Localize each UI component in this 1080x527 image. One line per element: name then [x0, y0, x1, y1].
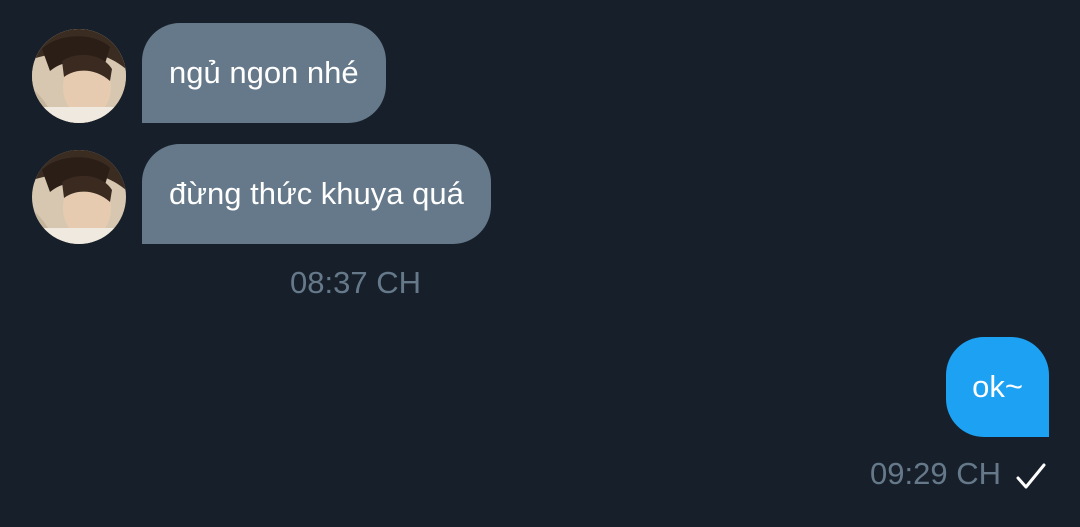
checkmark-icon — [1016, 463, 1046, 489]
message-text: ok~ — [972, 369, 1023, 404]
chat-thread: ngủ ngon nhé đừng thức khuya quá 08:37 C… — [0, 0, 1080, 527]
contact-avatar[interactable] — [32, 150, 126, 244]
outgoing-message-bubble[interactable]: ok~ — [946, 337, 1049, 437]
contact-avatar-photo-icon — [32, 29, 126, 123]
outgoing-timestamp: 09:29 CH — [870, 456, 1001, 491]
incoming-message-bubble[interactable]: ngủ ngon nhé — [142, 23, 386, 123]
contact-avatar-photo-icon — [32, 150, 126, 244]
contact-avatar[interactable] — [32, 29, 126, 123]
incoming-timestamp: 08:37 CH — [290, 265, 421, 300]
message-text: ngủ ngon nhé — [169, 55, 359, 90]
message-text: đừng thức khuya quá — [169, 176, 464, 211]
incoming-message-bubble[interactable]: đừng thức khuya quá — [142, 144, 491, 244]
